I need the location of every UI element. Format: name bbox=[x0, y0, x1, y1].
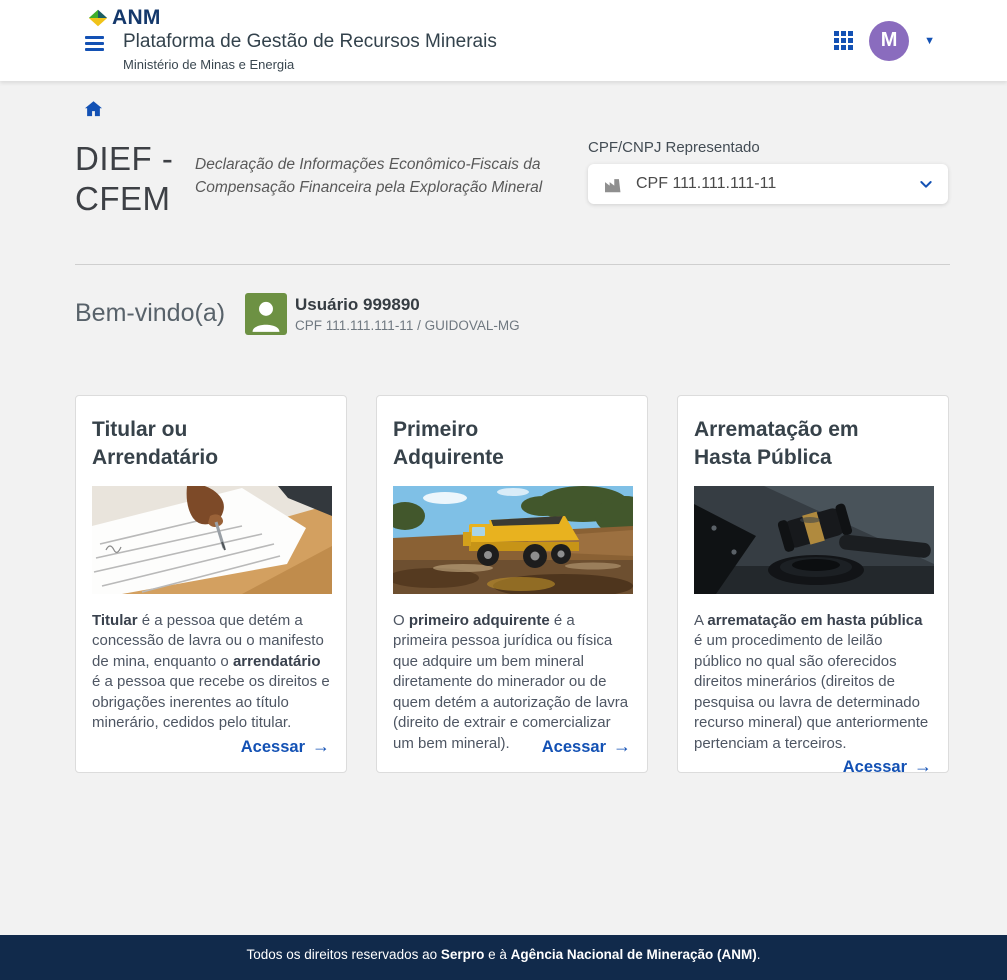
acessar-link-primeiro-adquirente[interactable]: Acessar → bbox=[542, 736, 631, 758]
user-menu-caret-icon[interactable]: ▼ bbox=[924, 35, 935, 47]
welcome-section: Bem-vindo(a) Usuário 999890 CPF 111.111.… bbox=[75, 292, 1007, 335]
acessar-link-titular[interactable]: Acessar → bbox=[241, 736, 330, 758]
breadcrumb bbox=[0, 81, 1007, 117]
anm-logo: ANM bbox=[87, 6, 161, 30]
yellow-dump-truck-image bbox=[393, 485, 633, 594]
welcome-greeting: Bem-vindo(a) bbox=[75, 299, 226, 327]
person-icon bbox=[252, 301, 280, 332]
card-title: Titular ou Arrendatário bbox=[92, 417, 219, 469]
card-arrematacao-hasta-publica: Arrematação em Hasta Pública A arremataç… bbox=[677, 394, 949, 777]
section-divider bbox=[75, 263, 950, 265]
auction-gavel-image bbox=[694, 485, 934, 594]
chevron-down-icon bbox=[920, 181, 932, 188]
apps-grid-icon[interactable] bbox=[834, 31, 854, 50]
arrow-right-icon: → bbox=[914, 756, 932, 776]
app-subtitle: Ministério de Minas e Energia bbox=[123, 57, 295, 72]
card-primeiro-adquirente: Primeiro Adquirente O primeiro adquirent… bbox=[376, 394, 648, 773]
app-header: ANM Plataforma de Gestão de Recursos Min… bbox=[0, 0, 1007, 81]
card-description: A arrematação em hasta pública é um proc… bbox=[694, 611, 932, 777]
cards-row: Titular ou Arrendatário Titular é a pess… bbox=[75, 394, 949, 777]
card-title: Arrematação em Hasta Pública bbox=[694, 417, 859, 469]
card-title: Primeiro Adquirente bbox=[393, 417, 504, 469]
cpf-cnpj-label: CPF/CNPJ Representado bbox=[588, 139, 760, 156]
arrow-right-icon: → bbox=[312, 735, 330, 756]
user-name: Usuário 999890 bbox=[295, 294, 420, 314]
footer-copyright: Todos os direitos reservados ao Serpro e… bbox=[246, 947, 761, 962]
page-description: Declaração de Informações Econômico-Fisc… bbox=[195, 156, 543, 197]
user-avatar[interactable]: M bbox=[869, 20, 910, 61]
user-detail: CPF 111.111.111-11 / GUIDOVAL-MG bbox=[295, 317, 520, 333]
card-description: O primeiro adquirente é a primeira pesso… bbox=[393, 611, 631, 758]
anm-logo-text: ANM bbox=[112, 6, 161, 29]
anm-diamond-icon bbox=[88, 9, 108, 27]
hand-signing-document-image bbox=[92, 485, 332, 594]
card-titular-arrendatario: Titular ou Arrendatário Titular é a pess… bbox=[75, 394, 347, 773]
footer: Todos os direitos reservados ao Serpro e… bbox=[0, 935, 1007, 980]
hamburger-menu-icon[interactable] bbox=[85, 36, 104, 54]
page-header-row: DIEF - CFEM Declaração de Informações Ec… bbox=[75, 139, 948, 220]
card-description: Titular é a pessoa que detém a concessão… bbox=[92, 611, 330, 756]
cpf-cnpj-block: CPF/CNPJ Representado CPF 111.111.111-11 bbox=[588, 139, 948, 220]
factory-icon bbox=[605, 178, 621, 192]
acessar-link-arrematacao[interactable]: Acessar → bbox=[843, 756, 932, 778]
arrow-right-icon: → bbox=[613, 735, 631, 756]
home-icon[interactable] bbox=[85, 101, 102, 117]
page-title: DIEF - CFEM bbox=[75, 140, 174, 218]
cpf-cnpj-select[interactable]: CPF 111.111.111-11 bbox=[588, 164, 948, 204]
user-badge bbox=[245, 292, 287, 335]
cpf-cnpj-selected-value: CPF 111.111.111-11 bbox=[636, 175, 777, 192]
app-title: Plataforma de Gestão de Recursos Minerai… bbox=[123, 31, 497, 52]
